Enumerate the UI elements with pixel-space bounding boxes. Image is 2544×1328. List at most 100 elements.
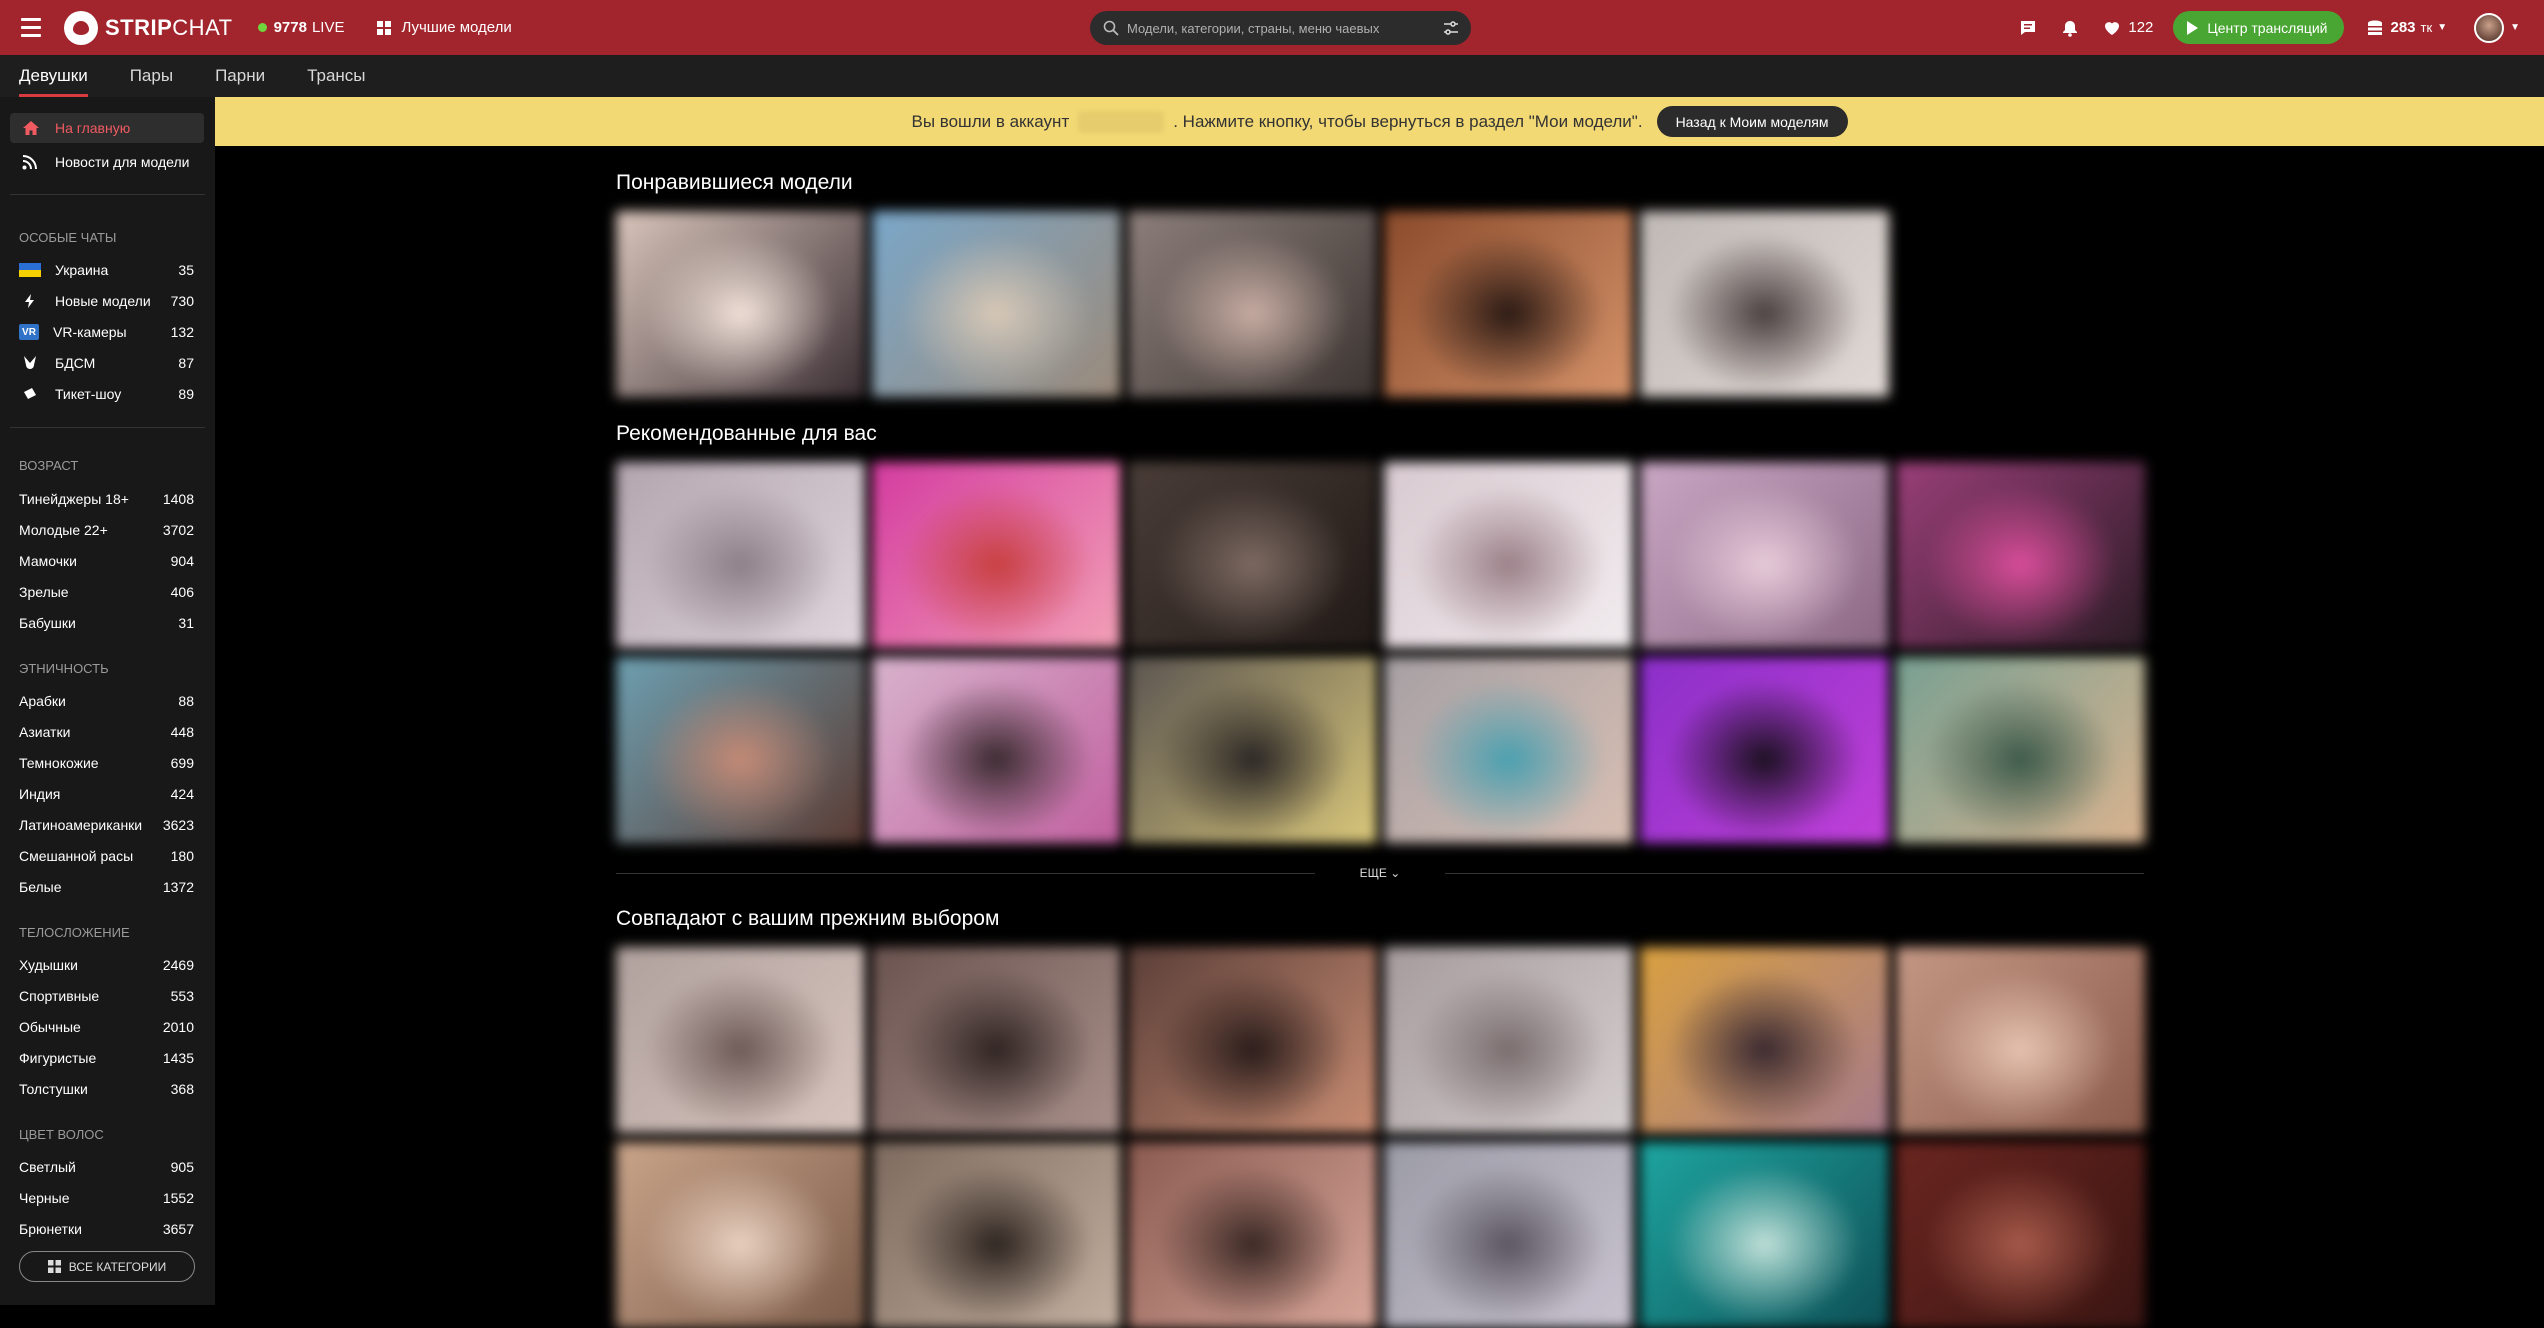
sidebar-item-label: Индия (19, 786, 61, 802)
search-input[interactable] (1127, 20, 1427, 36)
sidebar-item-age[interactable]: Молодые 22+ 3702 (19, 519, 194, 541)
sidebar-item-ethnicity[interactable]: Смешанной расы 180 (19, 845, 194, 867)
lightning-icon (19, 294, 41, 308)
sidebar-item-count: 406 (170, 584, 194, 600)
sidebar-item-body[interactable]: Толстушки 368 (19, 1078, 194, 1100)
model-thumbnail[interactable] (616, 462, 865, 648)
sidebar-item-age[interactable]: Мамочки 904 (19, 550, 194, 572)
messages-icon[interactable] (2019, 19, 2037, 37)
tokens-balance[interactable]: 283 тк ▼ (2366, 19, 2447, 37)
sidebar-item-count: 3702 (162, 522, 194, 538)
favorites[interactable]: 122 (2103, 19, 2153, 37)
sidebar-item-body[interactable]: Худышки 2469 (19, 954, 194, 976)
blurred-account-name (1078, 110, 1165, 133)
sidebar-item-ticket-show[interactable]: Тикет-шоу 89 (19, 383, 194, 405)
vr-icon: VR (19, 324, 39, 340)
sidebar-item-bdsm[interactable]: БДСМ 87 (19, 352, 194, 374)
tab-trans[interactable]: Трансы (307, 55, 365, 97)
broadcast-center-button[interactable]: Центр трансляций (2173, 11, 2344, 44)
sidebar-item-hair[interactable]: Брюнетки 3657 (19, 1218, 194, 1240)
model-thumbnail[interactable] (1896, 947, 2145, 1133)
model-thumbnail[interactable] (1128, 947, 1377, 1133)
model-thumbnail[interactable] (616, 947, 865, 1133)
sidebar-item-age[interactable]: Тинейджеры 18+ 1408 (19, 488, 194, 510)
sidebar-item-body[interactable]: Обычные 2010 (19, 1016, 194, 1038)
sidebar-item-count: 1435 (162, 1050, 194, 1066)
model-thumbnail[interactable] (1640, 1142, 1889, 1328)
sidebar-item-new-models[interactable]: Новые модели 730 (19, 290, 194, 312)
banner-text-before: Вы вошли в аккаунт (911, 111, 1070, 131)
model-thumbnail[interactable] (872, 211, 1121, 397)
heart-icon (2105, 21, 2120, 35)
coins-icon (2367, 20, 2382, 35)
avatar-chevron-down-icon[interactable]: ▼ (2510, 22, 2520, 33)
model-thumbnail[interactable] (1640, 657, 1889, 843)
model-thumbnail[interactable] (1896, 462, 2145, 648)
sidebar-item-count: 424 (170, 786, 194, 802)
sidebar-item-body[interactable]: Спортивные 553 (19, 985, 194, 1007)
home-icon (23, 121, 39, 135)
sidebar-item-label: Белые (19, 879, 62, 895)
model-thumbnail[interactable] (1896, 1142, 2145, 1328)
model-thumbnail[interactable] (1896, 657, 2145, 843)
sidebar-item-count: 730 (170, 293, 194, 309)
sidebar-item-ethnicity[interactable]: Индия 424 (19, 783, 194, 805)
live-counter[interactable]: 9778 LIVE (257, 19, 344, 36)
sidebar-item-count: 2469 (162, 957, 194, 973)
more-button[interactable]: ЕЩЕ ⌄ (1315, 866, 1446, 880)
tokens-count: 283 (2390, 19, 2416, 36)
menu-icon[interactable] (21, 18, 41, 37)
sidebar-item-hair[interactable]: Черные 1552 (19, 1187, 194, 1209)
grid-icon (47, 1260, 61, 1273)
model-thumbnail[interactable] (1384, 211, 1633, 397)
tab-guys[interactable]: Парни (215, 55, 265, 97)
sidebar-item-ethnicity[interactable]: Белые 1372 (19, 876, 194, 898)
model-thumbnail[interactable] (1640, 462, 1889, 648)
sidebar-item-ethnicity[interactable]: Азиатки 448 (19, 721, 194, 743)
search-box (1090, 11, 1471, 45)
sidebar-item-ethnicity[interactable]: Латиноамериканки 3623 (19, 814, 194, 836)
sidebar-item-hair[interactable]: Светлый 905 (19, 1156, 194, 1178)
sidebar-item-ethnicity[interactable]: Темнокожие 699 (19, 752, 194, 774)
category-tabs: Девушки Пары Парни Трансы (0, 55, 2544, 97)
sidebar-item-home[interactable]: На главную (10, 113, 204, 143)
sidebar-item-age[interactable]: Бабушки 31 (19, 612, 194, 634)
notifications-icon[interactable] (2061, 19, 2079, 37)
model-thumbnail[interactable] (1128, 1142, 1377, 1328)
all-categories-button[interactable]: Все категории (19, 1251, 195, 1282)
sidebar: На главную Новости для модели Особые чат… (0, 97, 215, 1305)
model-thumbnail[interactable] (616, 211, 865, 397)
top-models-link[interactable]: Лучшие модели (376, 19, 512, 36)
model-thumbnail[interactable] (616, 657, 865, 843)
tab-couples[interactable]: Пары (130, 55, 173, 97)
sidebar-item-news[interactable]: Новости для модели (22, 154, 189, 170)
sidebar-item-ukraine[interactable]: Украина 35 (19, 259, 194, 281)
model-thumbnail[interactable] (1128, 211, 1377, 397)
sidebar-item-count: 31 (178, 615, 194, 631)
model-thumbnail[interactable] (1640, 947, 1889, 1133)
sidebar-item-label: VR-камеры (53, 324, 127, 340)
model-thumbnail[interactable] (872, 462, 1121, 648)
model-thumbnail[interactable] (1384, 462, 1633, 648)
filter-icon[interactable] (1443, 20, 1459, 36)
model-thumbnail[interactable] (1128, 462, 1377, 648)
back-to-my-models-button[interactable]: Назад к Моим моделям (1656, 106, 1848, 137)
model-thumbnail[interactable] (1384, 657, 1633, 843)
model-thumbnail[interactable] (872, 947, 1121, 1133)
tab-girls[interactable]: Девушки (19, 55, 88, 97)
live-dot-icon (257, 23, 267, 32)
sidebar-item-ethnicity[interactable]: Арабки 88 (19, 690, 194, 712)
avatar[interactable] (2474, 12, 2505, 43)
sidebar-item-body[interactable]: Фигуристые 1435 (19, 1047, 194, 1069)
model-thumbnail[interactable] (1384, 947, 1633, 1133)
rss-icon (22, 155, 37, 170)
model-thumbnail[interactable] (872, 657, 1121, 843)
model-thumbnail[interactable] (1384, 1142, 1633, 1328)
model-thumbnail[interactable] (1128, 657, 1377, 843)
model-thumbnail[interactable] (1640, 211, 1889, 397)
model-thumbnail[interactable] (616, 1142, 865, 1328)
logo[interactable]: STRIPCHAT (64, 10, 233, 45)
model-thumbnail[interactable] (872, 1142, 1121, 1328)
sidebar-item-vr[interactable]: VR VR-камеры 132 (19, 321, 194, 343)
sidebar-item-age[interactable]: Зрелые 406 (19, 581, 194, 603)
